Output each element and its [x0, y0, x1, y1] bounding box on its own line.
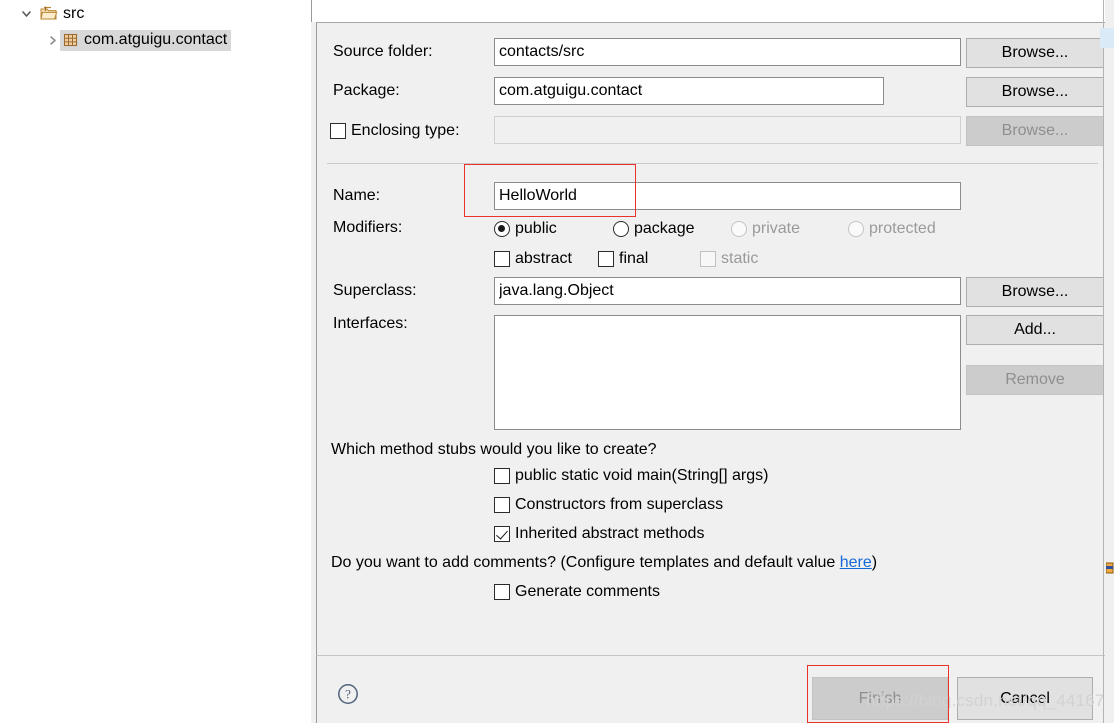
radio-protected-icon — [848, 221, 864, 237]
modifier-radio-public[interactable]: public — [494, 220, 557, 238]
checkbox-main-method-icon[interactable] — [494, 468, 510, 484]
right-edge-partial-icon — [1105, 562, 1114, 576]
enclosing-type-checkbox[interactable] — [330, 123, 346, 139]
checkbox-generate-comments-icon[interactable] — [494, 584, 510, 600]
generate-comments-label: Generate comments — [515, 583, 660, 600]
checkbox-abstract-icon[interactable] — [494, 251, 510, 267]
checkbox-inherited-abstract-icon[interactable] — [494, 526, 510, 542]
stub-checkbox-constructors[interactable]: Constructors from superclass — [494, 496, 723, 514]
interfaces-remove-button: Remove — [966, 365, 1104, 395]
finish-button: Finish — [812, 677, 948, 720]
comments-question-prefix: Do you want to add comments? (Configure … — [331, 554, 840, 571]
stub-label-main-method: public static void main(String[] args) — [515, 467, 769, 484]
modifier-label-private: private — [752, 220, 801, 237]
checkbox-static-icon — [700, 251, 716, 267]
modifier-label-protected: protected — [869, 220, 936, 237]
superclass-label: Superclass: — [333, 282, 417, 299]
stub-checkbox-main-method[interactable]: public static void main(String[] args) — [494, 467, 768, 485]
enclosing-type-browse-button: Browse... — [966, 116, 1104, 146]
modifier-label-final: final — [619, 250, 649, 267]
right-edge-divider — [1103, 0, 1104, 723]
chevron-right-icon[interactable] — [44, 33, 60, 49]
modifiers-label: Modifiers: — [333, 219, 403, 236]
right-edge-strip — [1105, 0, 1114, 723]
tree-item-src[interactable]: src — [0, 0, 311, 27]
checkbox-final-icon[interactable] — [598, 251, 614, 267]
source-folder-icon — [40, 6, 58, 22]
modifier-checkbox-static: static — [700, 250, 758, 268]
interfaces-label: Interfaces: — [333, 315, 408, 332]
modifier-radio-protected: protected — [848, 220, 936, 238]
modifier-label-static: static — [721, 250, 759, 267]
source-folder-input[interactable] — [494, 38, 961, 66]
comments-question-suffix: ) — [871, 554, 878, 571]
superclass-browse-button[interactable]: Browse... — [966, 277, 1104, 307]
stub-label-inherited-abstract: Inherited abstract methods — [515, 525, 705, 542]
svg-text:?: ? — [345, 687, 351, 702]
new-java-class-dialog: Source folder: Browse... Package: Browse… — [311, 0, 1114, 723]
radio-package-icon[interactable] — [613, 221, 629, 237]
stub-checkbox-inherited-abstract[interactable]: Inherited abstract methods — [494, 525, 704, 543]
stub-label-constructors: Constructors from superclass — [515, 496, 724, 513]
package-input[interactable] — [494, 77, 884, 105]
modifier-label-abstract: abstract — [515, 250, 572, 267]
comments-question: Do you want to add comments? (Configure … — [331, 554, 877, 572]
modifier-label-package: package — [634, 220, 695, 237]
dialog-button-bar: Finish Cancel — [316, 655, 1109, 723]
class-name-input[interactable] — [494, 182, 961, 210]
help-question-icon[interactable]: ? — [337, 683, 359, 705]
package-icon — [62, 32, 79, 48]
modifier-checkbox-abstract[interactable]: abstract — [494, 250, 572, 268]
name-label: Name: — [333, 187, 381, 204]
form-divider — [327, 163, 1098, 164]
tree-item-package[interactable]: com.atguigu.contact — [0, 27, 311, 54]
radio-public-icon[interactable] — [494, 221, 510, 237]
dialog-header-strip — [311, 0, 1114, 22]
radio-private-icon — [731, 221, 747, 237]
configure-templates-link[interactable]: here — [840, 554, 872, 571]
interfaces-listbox[interactable] — [494, 315, 961, 430]
package-browse-button[interactable]: Browse... — [966, 77, 1104, 107]
right-edge-selection-sliver — [1100, 28, 1114, 48]
checkbox-constructors-icon[interactable] — [494, 497, 510, 513]
tree-item-label-package: com.atguigu.contact — [84, 31, 228, 48]
source-folder-browse-button[interactable]: Browse... — [966, 38, 1104, 68]
tree-item-label-src: src — [63, 4, 85, 22]
modifier-radio-package[interactable]: package — [613, 220, 695, 238]
interfaces-add-button[interactable]: Add... — [966, 315, 1104, 345]
package-explorer-pane: src com.atguigu.contact — [0, 0, 311, 723]
generate-comments-checkbox-row[interactable]: Generate comments — [494, 583, 660, 601]
cancel-button[interactable]: Cancel — [957, 677, 1093, 720]
modifier-radio-private: private — [731, 220, 800, 238]
modifier-label-public: public — [515, 220, 557, 237]
package-label: Package: — [333, 82, 400, 99]
superclass-input[interactable] — [494, 277, 961, 305]
tree-item-package-selected-row[interactable]: com.atguigu.contact — [60, 30, 232, 51]
enclosing-type-checkbox-row[interactable]: Enclosing type: — [330, 122, 460, 140]
method-stubs-question: Which method stubs would you like to cre… — [331, 441, 657, 458]
chevron-down-icon[interactable] — [18, 6, 34, 22]
enclosing-type-label: Enclosing type: — [351, 122, 460, 139]
dialog-content-area: Source folder: Browse... Package: Browse… — [316, 23, 1109, 655]
modifier-checkbox-final[interactable]: final — [598, 250, 648, 268]
enclosing-type-input[interactable] — [494, 116, 961, 144]
source-folder-label: Source folder: — [333, 43, 433, 60]
